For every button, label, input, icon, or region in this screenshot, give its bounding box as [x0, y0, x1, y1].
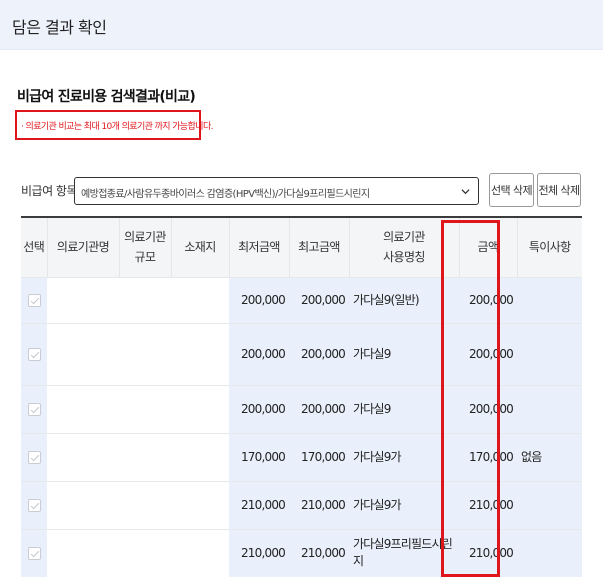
note-cell: 없음 [517, 432, 582, 481]
location-cell [171, 528, 229, 577]
page-title: 담은 결과 확인 [12, 18, 107, 37]
amount-cell: 200,000 [459, 322, 517, 385]
max-cell: 200,000 [289, 384, 349, 433]
amount-cell: 210,000 [459, 528, 517, 577]
table-row: 170,000 170,000 가다실9가 170,000 없음 [21, 432, 582, 481]
location-cell [171, 322, 229, 385]
scale-cell [119, 276, 171, 323]
scale-cell [119, 322, 171, 385]
row-select-cell[interactable] [21, 322, 47, 385]
table-row: 210,000 210,000 가다실9가 210,000 [21, 480, 582, 529]
scale-cell [119, 528, 171, 577]
location-cell [171, 432, 229, 481]
note-cell [517, 528, 582, 577]
table-row: 200,000 200,000 가다실9(일반) 200,000 [21, 276, 582, 323]
min-cell: 200,000 [229, 276, 289, 323]
amount-cell: 210,000 [459, 480, 517, 529]
chevron-down-icon [461, 189, 470, 195]
notice-text: · 의료기관 비교는 최대 10개 의료기관 까지 가능합니다. [21, 122, 213, 132]
min-cell: 200,000 [229, 384, 289, 433]
col-location: 소재지 [170, 216, 229, 277]
max-cell: 200,000 [289, 276, 349, 323]
comparison-table: 선택 의료기관명 의료기관규모 소재지 최저금액 최고금액 의료기관사용명칭 금… [21, 216, 582, 577]
col-notes: 특이사항 [516, 216, 582, 277]
row-checkbox[interactable] [27, 348, 41, 361]
max-cell: 210,000 [289, 528, 349, 577]
row-select-cell[interactable] [21, 480, 47, 529]
row-checkbox[interactable] [27, 499, 41, 512]
row-checkbox[interactable] [27, 403, 41, 416]
col-select: 선택 [21, 216, 47, 277]
notice-box: · 의료기관 비교는 최대 10개 의료기관 까지 가능합니다. [15, 110, 213, 140]
table-row: 200,000 200,000 가다실9 200,000 [21, 384, 582, 433]
note-cell [517, 322, 582, 385]
hospital-cell [47, 276, 119, 323]
location-cell [171, 276, 229, 323]
delete-all-button[interactable]: 전체 삭제 [537, 173, 581, 207]
amount-cell: 200,000 [459, 384, 517, 433]
usename-cell: 가다실9가 [349, 480, 459, 529]
col-usename-line1: 의료기관 [383, 230, 425, 245]
table-header-row: 선택 의료기관명 의료기관규모 소재지 최저금액 최고금액 의료기관사용명칭 금… [21, 216, 582, 277]
filter-label: 비급여 항목 [21, 184, 78, 198]
max-cell: 170,000 [289, 432, 349, 481]
hospital-cell [47, 528, 119, 577]
table-row: 200,000 200,000 가다실9 200,000 [21, 322, 582, 385]
usename-cell: 가다실9프리필드시린지 [349, 528, 459, 577]
item-select-value: 예방접종료/사람유두종바이러스 감염증(HPV백신)/가다실9프리필드시린지 [81, 189, 370, 200]
item-select[interactable]: 예방접종료/사람유두종바이러스 감염증(HPV백신)/가다실9프리필드시린지 [74, 177, 479, 205]
note-cell [517, 384, 582, 433]
hospital-cell [47, 384, 119, 433]
min-cell: 170,000 [229, 432, 289, 481]
min-cell: 210,000 [229, 528, 289, 577]
note-cell [517, 480, 582, 529]
usename-cell: 가다실9가 [349, 432, 459, 481]
hospital-cell [47, 322, 119, 385]
row-select-cell[interactable] [21, 384, 47, 433]
hospital-cell [47, 432, 119, 481]
row-select-cell[interactable] [21, 528, 47, 577]
col-usename-line2: 사용명칭 [383, 250, 425, 265]
page-header: 담은 결과 확인 [0, 0, 603, 50]
col-scale-line2: 규모 [134, 250, 156, 265]
delete-selected-button[interactable]: 선택 삭제 [489, 173, 534, 207]
location-cell [171, 384, 229, 433]
min-cell: 210,000 [229, 480, 289, 529]
usename-cell: 가다실9 [349, 322, 459, 385]
row-select-cell[interactable] [21, 432, 47, 481]
min-cell: 200,000 [229, 322, 289, 385]
row-select-cell[interactable] [21, 276, 47, 323]
col-hospital: 의료기관명 [46, 216, 119, 277]
row-checkbox[interactable] [27, 294, 41, 307]
usename-cell: 가다실9 [349, 384, 459, 433]
scale-cell [119, 432, 171, 481]
scale-cell [119, 384, 171, 433]
col-max: 최고금액 [288, 216, 349, 277]
col-scale-line1: 의료기관 [124, 230, 166, 245]
col-usename: 의료기관사용명칭 [348, 216, 459, 277]
row-checkbox[interactable] [27, 451, 41, 464]
scale-cell [119, 480, 171, 529]
col-scale: 의료기관규모 [118, 216, 171, 277]
section-title: 비급여 진료비용 검색결과(비교) [17, 89, 196, 105]
amount-cell: 200,000 [459, 276, 517, 323]
location-cell [171, 480, 229, 529]
table-row: 210,000 210,000 가다실9프리필드시린지 210,000 [21, 528, 582, 577]
col-min: 최저금액 [228, 216, 289, 277]
note-cell [517, 276, 582, 323]
row-checkbox[interactable] [27, 547, 41, 561]
amount-cell: 170,000 [459, 432, 517, 481]
col-amount: 금액 [458, 216, 517, 277]
max-cell: 210,000 [289, 480, 349, 529]
hospital-cell [47, 480, 119, 529]
max-cell: 200,000 [289, 322, 349, 385]
usename-cell: 가다실9(일반) [349, 276, 459, 323]
